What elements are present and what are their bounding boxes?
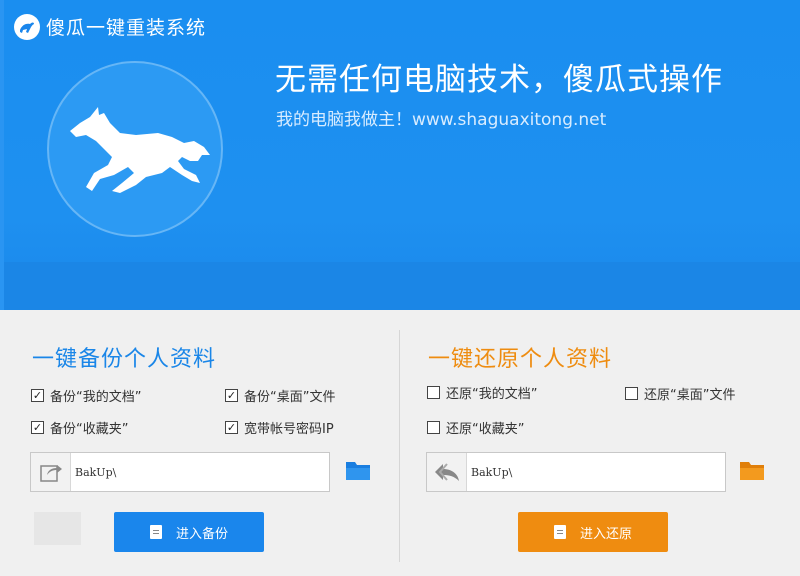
restore-path-text: BakUp\ (471, 465, 513, 479)
backup-favorites-checkbox[interactable]: ✓ 备份“收藏夹” (31, 418, 128, 437)
reply-all-icon (427, 453, 467, 491)
backup-path-text: BakUp\ (75, 465, 117, 479)
app-logo-icon (14, 13, 40, 40)
checkbox-checked-icon: ✓ (31, 421, 44, 434)
document-icon (149, 525, 162, 539)
backup-title: 一键备份个人资料 (32, 347, 217, 372)
checkbox-unchecked-icon (625, 387, 638, 400)
restore-folder-icon[interactable] (739, 459, 765, 481)
title-bar: 傻瓜一键重装系统 (14, 13, 206, 40)
share-icon (31, 453, 71, 491)
header-edge (0, 0, 4, 310)
backup-documents-checkbox[interactable]: ✓ 备份“我的文档” (31, 386, 141, 405)
app-title: 傻瓜一键重装系统 (46, 17, 207, 39)
start-backup-button[interactable]: 进入备份 (114, 512, 264, 552)
website-line: 我的电脑我做主！www.shaguaxitong.net (276, 110, 607, 130)
checkbox-unchecked-icon (427, 386, 440, 399)
backup-path-field[interactable]: BakUp\ (30, 452, 330, 492)
start-restore-button[interactable]: 进入还原 (518, 512, 668, 552)
checkbox-label: 还原“我的文档” (446, 387, 538, 402)
start-backup-label: 进入备份 (175, 526, 228, 542)
header-band (0, 262, 800, 310)
restore-favorites-checkbox[interactable]: 还原“收藏夹” (427, 418, 524, 437)
checkbox-checked-icon: ✓ (225, 421, 238, 434)
checkbox-checked-icon: ✓ (225, 389, 238, 402)
backup-broadband-checkbox[interactable]: ✓ 宽带帐号密码IP (225, 418, 334, 437)
checkbox-label: 备份“桌面”文件 (244, 390, 336, 405)
slogan: 无需任何电脑技术，傻瓜式操作 (275, 62, 723, 98)
header-banner: 傻瓜一键重装系统 无需任何电脑技术，傻瓜式操作 我的电脑我做主！www.shag… (0, 0, 800, 310)
backup-folder-icon[interactable] (345, 459, 371, 481)
checkbox-label: 备份“我的文档” (50, 390, 142, 405)
restore-path-field[interactable]: BakUp\ (426, 452, 726, 492)
checkbox-label: 还原“桌面”文件 (644, 388, 736, 403)
checkbox-checked-icon: ✓ (31, 389, 44, 402)
backup-desktop-checkbox[interactable]: ✓ 备份“桌面”文件 (225, 386, 335, 405)
checkbox-label: 宽带帐号密码IP (244, 422, 334, 437)
checkbox-label: 还原“收藏夹” (446, 422, 525, 437)
document-icon (553, 525, 566, 539)
restore-title: 一键还原个人资料 (428, 347, 613, 372)
restore-documents-checkbox[interactable]: 还原“我的文档” (427, 383, 537, 402)
panel-divider (399, 330, 400, 562)
horse-icon (70, 107, 210, 193)
placeholder-block (34, 512, 81, 545)
restore-desktop-checkbox[interactable]: 还原“桌面”文件 (625, 384, 735, 403)
checkbox-label: 备份“收藏夹” (50, 422, 129, 437)
checkbox-unchecked-icon (427, 421, 440, 434)
start-restore-label: 进入还原 (579, 526, 632, 542)
